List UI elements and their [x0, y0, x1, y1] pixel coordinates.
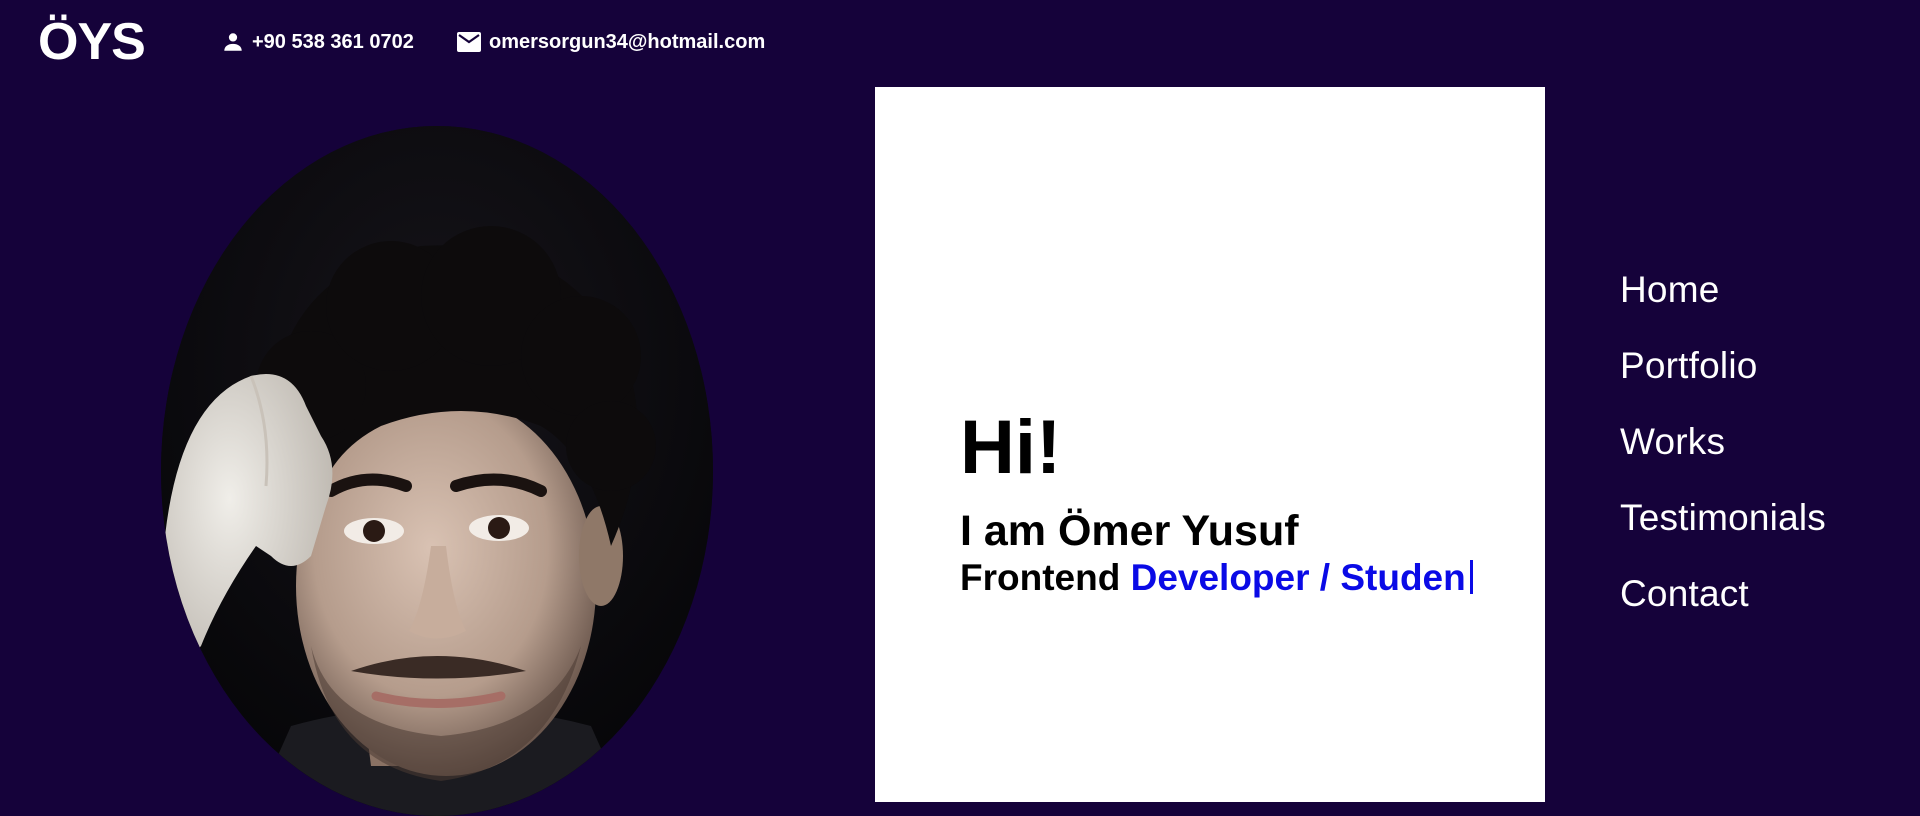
hero-name: I am Ömer Yusuf — [960, 507, 1299, 555]
role-static-text: Frontend — [960, 557, 1121, 598]
email-address: omersorgun34@hotmail.com — [489, 31, 766, 53]
email-contact[interactable]: omersorgun34@hotmail.com — [457, 28, 765, 56]
profile-photo — [161, 126, 713, 816]
typing-cursor — [1469, 560, 1473, 594]
hero-greeting: Hi! — [960, 405, 1062, 490]
nav-works[interactable]: Works — [1620, 404, 1826, 480]
hero-role: Frontend Developer / Studen — [960, 555, 1473, 601]
role-typed-text: Developer / Studen — [1130, 557, 1466, 598]
hero-card: Hi! I am Ömer Yusuf Frontend Developer /… — [875, 87, 1545, 802]
nav-portfolio[interactable]: Portfolio — [1620, 328, 1826, 404]
nav-contact[interactable]: Contact — [1620, 556, 1826, 632]
top-bar: ÖYS +90 538 361 0702 omersorgun34@hotmai… — [0, 0, 1920, 87]
mail-icon — [457, 32, 481, 52]
nav-testimonials[interactable]: Testimonials — [1620, 480, 1826, 556]
nav-home[interactable]: Home — [1620, 252, 1826, 328]
phone-contact[interactable]: +90 538 361 0702 — [222, 28, 414, 56]
side-navigation: Home Portfolio Works Testimonials Contac… — [1620, 252, 1826, 632]
site-logo[interactable]: ÖYS — [38, 14, 146, 70]
phone-number: +90 538 361 0702 — [252, 31, 414, 53]
person-icon — [222, 31, 244, 53]
